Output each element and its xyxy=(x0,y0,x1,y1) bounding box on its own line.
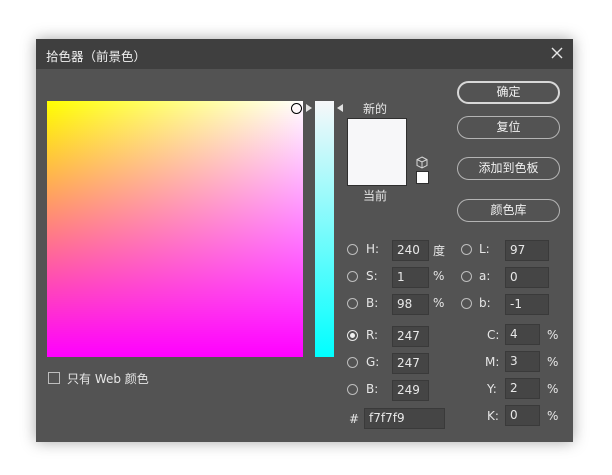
title-bar[interactable]: 拾色器（前景色） xyxy=(36,39,573,69)
r-input[interactable]: 247 xyxy=(392,326,429,347)
reset-button[interactable]: 复位 xyxy=(457,116,560,139)
h-input[interactable]: 240 xyxy=(392,240,429,261)
radio-brightness[interactable] xyxy=(347,298,358,309)
hex-label: # xyxy=(349,412,360,426)
m-label: M: xyxy=(485,355,500,369)
web-safe-color-swatch[interactable] xyxy=(416,171,429,184)
hex-input[interactable]: f7f7f9 xyxy=(364,408,445,429)
hue-slider[interactable] xyxy=(315,101,334,357)
radio-h[interactable] xyxy=(347,244,358,255)
hue-slider-right-arrow-icon[interactable] xyxy=(337,104,343,112)
radio-g[interactable] xyxy=(347,357,358,368)
radio-l[interactable] xyxy=(461,244,472,255)
h-label: H: xyxy=(366,242,380,256)
s-label: S: xyxy=(366,269,378,283)
k-label: K: xyxy=(487,409,499,423)
c-unit: % xyxy=(547,328,559,342)
r-label: R: xyxy=(366,328,379,342)
hue-slider-left-arrow-icon[interactable] xyxy=(306,104,312,112)
brightness-unit: % xyxy=(433,296,445,310)
out-of-web-gamut-cube-icon[interactable] xyxy=(416,156,428,169)
k-input[interactable]: 0 xyxy=(505,405,540,426)
y-label: Y: xyxy=(487,382,497,396)
s-input[interactable]: 1 xyxy=(392,267,429,288)
g-input[interactable]: 247 xyxy=(392,353,429,374)
y-input[interactable]: 2 xyxy=(505,378,540,399)
color-field[interactable] xyxy=(47,101,303,357)
color-picker-dialog: 拾色器（前景色） 新的 当前 确定 复位 添加到色板 颜色库 H: 240 度 … xyxy=(36,39,573,442)
only-web-colors-checkbox[interactable] xyxy=(48,372,60,384)
l-input[interactable]: 97 xyxy=(505,240,549,261)
g-label: G: xyxy=(366,355,380,369)
s-unit: % xyxy=(433,269,445,283)
lab-b-input[interactable]: -1 xyxy=(505,294,549,315)
add-to-swatches-button[interactable]: 添加到色板 xyxy=(457,157,560,180)
dialog-title: 拾色器（前景色） xyxy=(46,49,147,64)
radio-a[interactable] xyxy=(461,271,472,282)
k-unit: % xyxy=(547,409,559,423)
current-color-label: 当前 xyxy=(363,189,388,203)
m-unit: % xyxy=(547,355,559,369)
blue-label: B: xyxy=(366,382,379,396)
h-unit: 度 xyxy=(433,244,446,258)
new-current-color-swatch[interactable] xyxy=(347,118,407,186)
new-color-label: 新的 xyxy=(363,102,388,116)
blue-input[interactable]: 249 xyxy=(392,380,429,401)
l-label: L: xyxy=(479,242,490,256)
c-input[interactable]: 4 xyxy=(505,324,540,345)
radio-s[interactable] xyxy=(347,271,358,282)
lab-b-label: b: xyxy=(479,296,491,310)
close-icon[interactable] xyxy=(549,45,565,61)
color-libraries-button[interactable]: 颜色库 xyxy=(457,199,560,222)
radio-lab-b[interactable] xyxy=(461,298,472,309)
a-label: a: xyxy=(479,269,491,283)
radio-r[interactable] xyxy=(347,330,358,341)
m-input[interactable]: 3 xyxy=(505,351,540,372)
only-web-colors-label: 只有 Web 颜色 xyxy=(67,372,149,386)
brightness-input[interactable]: 98 xyxy=(392,294,429,315)
radio-blue[interactable] xyxy=(347,384,358,395)
ok-button[interactable]: 确定 xyxy=(457,81,560,104)
y-unit: % xyxy=(547,382,559,396)
a-input[interactable]: 0 xyxy=(505,267,549,288)
brightness-label: B: xyxy=(366,296,379,310)
c-label: C: xyxy=(487,328,500,342)
color-field-cursor[interactable] xyxy=(291,103,302,114)
